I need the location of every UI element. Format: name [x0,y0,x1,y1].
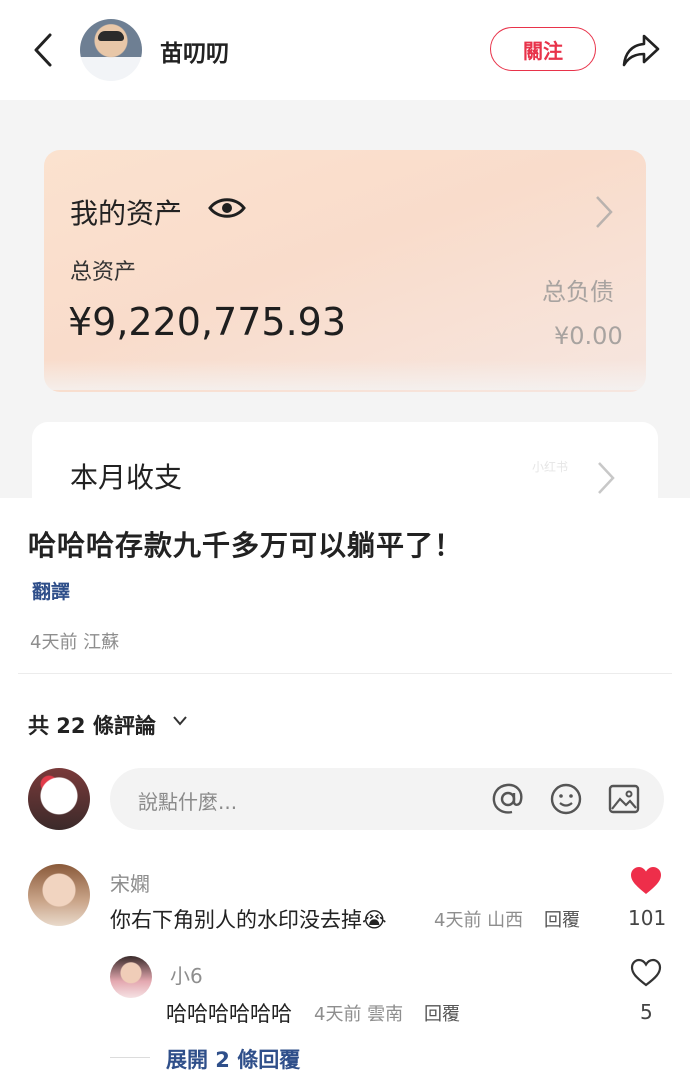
divider [18,673,672,674]
chevron-down-icon[interactable] [172,714,188,728]
author-avatar[interactable] [80,19,142,81]
like-count: 101 [628,906,667,930]
comment-input-placeholder[interactable]: 說點什麼... [138,786,237,815]
top-bar: 苗叨叨 關注 [0,0,690,100]
translate-link[interactable]: 翻譯 [32,577,70,604]
emoji-icon[interactable] [548,781,584,817]
back-icon[interactable] [28,32,58,68]
total-debt-value: ¥0.00 [554,322,623,350]
reply-button[interactable]: 回覆 [424,1000,460,1026]
chevron-right-icon [596,196,613,228]
heart-filled-icon[interactable] [630,866,662,896]
reply-name[interactable]: 小6 [170,960,203,989]
monthly-title: 本月收支 [70,461,183,494]
comment-count[interactable]: 共 22 條評論 [28,710,156,740]
share-icon[interactable] [620,30,662,70]
chevron-right-icon [598,462,615,494]
total-assets-value: ¥9,220,775.93 [68,300,347,344]
comment-input[interactable]: 說點什麼... [110,768,664,830]
total-assets-label: 总资产 [70,260,137,285]
total-debt-label: 总负债 [542,278,614,306]
current-user-avatar [28,768,90,830]
reply-button[interactable]: 回覆 [544,906,580,932]
comment-text: 你右下角别人的水印没去掉😭 [110,908,387,932]
comment-meta: 4天前 山西 [434,910,524,931]
commenter-avatar[interactable] [28,864,90,926]
author-name[interactable]: 苗叨叨 [160,34,229,68]
reply-meta: 4天前 雲南 [314,1004,404,1025]
at-icon[interactable] [490,781,526,817]
reply-like-count: 5 [640,1000,653,1024]
heart-outline-icon[interactable] [630,958,662,988]
post-meta: 4天前 江蘇 [30,632,120,653]
asset-title: 我的资产 [70,197,183,230]
eye-icon [208,198,246,218]
image-icon[interactable] [606,781,642,817]
monthly-card: 本月收支 小红书 [32,422,658,498]
follow-button[interactable]: 關注 [490,27,596,71]
reply-text: 哈哈哈哈哈哈 [166,1002,292,1026]
commenter-name[interactable]: 宋嫻 [110,868,150,897]
reply-avatar[interactable] [110,956,152,998]
expand-replies-button[interactable]: 展開 2 條回覆 [166,1044,300,1074]
asset-card: 我的资产 总资产 ¥9,220,775.93 总负债 ¥0.00 [32,150,658,392]
watermark: 小红书 [532,460,569,474]
post-image[interactable]: 我的资产 总资产 ¥9,220,775.93 总负债 ¥0.00 本月收支 小红… [0,100,690,498]
expand-divider [110,1057,150,1058]
post-title: 哈哈哈存款九千多万可以躺平了！ [28,529,464,562]
